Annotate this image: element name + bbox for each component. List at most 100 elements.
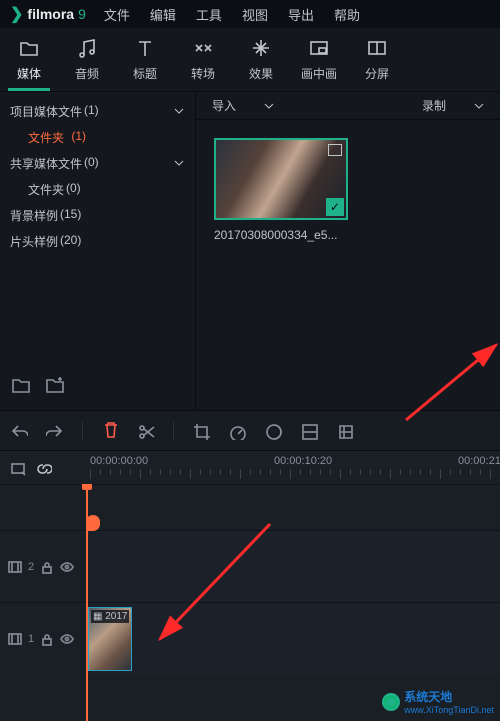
clip-label: ▦ 2017 (91, 610, 129, 623)
track-label: 2 (28, 561, 34, 573)
sidebar-item-bg-samples[interactable]: 背景样例 (15) (0, 202, 195, 228)
watermark-brand: 系统天地 (404, 690, 452, 704)
tree-count: (0) (66, 181, 81, 198)
splitscreen-icon (366, 37, 388, 59)
scissors-icon[interactable] (137, 422, 155, 440)
track-header: 2 (0, 531, 86, 602)
timecode: 00:00:21:1 (458, 455, 500, 467)
media-thumbnail[interactable]: ✓ 20170308000334_e5... (214, 138, 348, 242)
filmora-logo-icon: ❯ (10, 4, 23, 24)
undo-icon[interactable] (10, 422, 28, 440)
tab-split-label: 分屏 (365, 65, 389, 82)
chevron-down-icon (264, 101, 274, 111)
redo-icon[interactable] (46, 422, 64, 440)
filmstrip-icon (328, 144, 342, 156)
menu-tools[interactable]: 工具 (196, 5, 222, 24)
track-body[interactable]: ▦ 2017 (86, 603, 500, 674)
music-icon (76, 37, 98, 59)
main-menu: 文件 编辑 工具 视图 导出 帮助 (104, 5, 360, 24)
menu-help[interactable]: 帮助 (334, 5, 360, 24)
sidebar-item-folder-2[interactable]: 文件夹 (0) (0, 176, 195, 202)
menu-file[interactable]: 文件 (104, 5, 130, 24)
sidebar-item-folder-1[interactable]: 文件夹 (1) (0, 124, 195, 150)
tree-count: (0) (84, 155, 99, 172)
tree-count: (1) (84, 103, 99, 120)
eye-icon[interactable] (60, 560, 74, 574)
clip-marker-icon[interactable] (86, 515, 100, 531)
add-track-icon[interactable] (10, 460, 26, 476)
folder-icon (18, 37, 40, 59)
tree-label: 文件夹 (28, 181, 64, 198)
tree-count: (20) (60, 233, 81, 250)
globe-icon (382, 693, 400, 711)
lock-icon[interactable] (40, 632, 54, 646)
sidebar-item-project-media[interactable]: 项目媒体文件 (1) (0, 98, 195, 124)
tree-label: 背景样例 (10, 207, 58, 224)
media-content: 导入 录制 ✓ 20170308000334_e5... (196, 92, 500, 410)
tab-pip-label: 画中画 (301, 65, 337, 82)
trash-icon[interactable] (101, 420, 119, 438)
timeline-clip[interactable]: ▦ 2017 (88, 607, 132, 671)
lock-icon[interactable] (40, 560, 54, 574)
tool-tabs: 媒体 音频 标题 转场 效果 画中画 分屏 (0, 28, 500, 92)
tab-effect-label: 效果 (249, 65, 273, 82)
app-name: filmora (27, 6, 74, 22)
sidebar-item-intro-samples[interactable]: 片头样例 (20) (0, 228, 195, 254)
timeline-header: 00:00:00:00 00:00:10:20 00:00:21:1 (0, 450, 500, 484)
tab-effect[interactable]: 效果 (232, 28, 290, 91)
timeline-header-left (0, 451, 86, 484)
link-icon[interactable] (36, 460, 52, 476)
track-body[interactable] (86, 531, 500, 602)
tab-audio[interactable]: 音频 (58, 28, 116, 91)
adjust-icon[interactable] (336, 422, 354, 440)
tree-label: 文件夹 (28, 129, 64, 146)
check-icon: ✓ (326, 198, 344, 216)
media-sidebar: 项目媒体文件 (1) 文件夹 (1) 共享媒体文件 (0) 文件夹 (0) 背景… (0, 92, 196, 410)
new-folder-plus-icon[interactable] (44, 374, 64, 394)
tab-split[interactable]: 分屏 (348, 28, 406, 91)
filmstrip-icon (8, 632, 22, 646)
tab-media-label: 媒体 (17, 65, 41, 82)
greenscreen-icon[interactable] (300, 422, 318, 440)
crop-icon[interactable] (192, 422, 210, 440)
watermark: 系统天地 www.XiTongTianDi.net (382, 688, 494, 715)
tab-transition-label: 转场 (191, 65, 215, 82)
record-dropdown[interactable]: 录制 (406, 97, 500, 114)
tab-audio-label: 音频 (75, 65, 99, 82)
tree-count: (1) (71, 129, 86, 146)
media-tree: 项目媒体文件 (1) 文件夹 (1) 共享媒体文件 (0) 文件夹 (0) 背景… (0, 98, 195, 364)
playhead[interactable] (86, 484, 88, 721)
tree-label: 项目媒体文件 (10, 103, 82, 120)
tab-title-label: 标题 (133, 65, 157, 82)
menu-view[interactable]: 视图 (242, 5, 268, 24)
timeline-tracks: 2 1 ▦ 2017 (0, 484, 500, 721)
work-area: 项目媒体文件 (1) 文件夹 (1) 共享媒体文件 (0) 文件夹 (0) 背景… (0, 92, 500, 410)
tab-pip[interactable]: 画中画 (290, 28, 348, 91)
color-icon[interactable] (264, 422, 282, 440)
app-version: 9 (78, 6, 86, 22)
timeline-ruler[interactable]: 00:00:00:00 00:00:10:20 00:00:21:1 (86, 451, 500, 484)
sidebar-item-shared-media[interactable]: 共享媒体文件 (0) (0, 150, 195, 176)
import-label: 导入 (212, 97, 236, 114)
transition-icon (192, 37, 214, 59)
thumbnail-grid: ✓ 20170308000334_e5... (196, 120, 500, 410)
import-dropdown[interactable]: 导入 (196, 97, 290, 114)
sidebar-footer (0, 364, 195, 404)
chevron-down-icon (173, 157, 185, 169)
new-folder-icon[interactable] (10, 374, 30, 394)
title-bar: ❯ filmora 9 文件 编辑 工具 视图 导出 帮助 (0, 0, 500, 28)
eye-icon[interactable] (60, 632, 74, 646)
content-toolbar: 导入 录制 (196, 92, 500, 120)
menu-edit[interactable]: 编辑 (150, 5, 176, 24)
track-header: 1 (0, 603, 86, 674)
speed-icon[interactable] (228, 422, 246, 440)
tab-transition[interactable]: 转场 (174, 28, 232, 91)
thumbnail-name: 20170308000334_e5... (214, 228, 364, 242)
chevron-down-icon (474, 101, 484, 111)
tree-count: (15) (60, 207, 81, 224)
tab-title[interactable]: 标题 (116, 28, 174, 91)
tab-media[interactable]: 媒体 (0, 28, 58, 91)
menu-export[interactable]: 导出 (288, 5, 314, 24)
app-brand: ❯ filmora 9 (10, 4, 86, 24)
timecode: 00:00:00:00 (90, 455, 148, 467)
